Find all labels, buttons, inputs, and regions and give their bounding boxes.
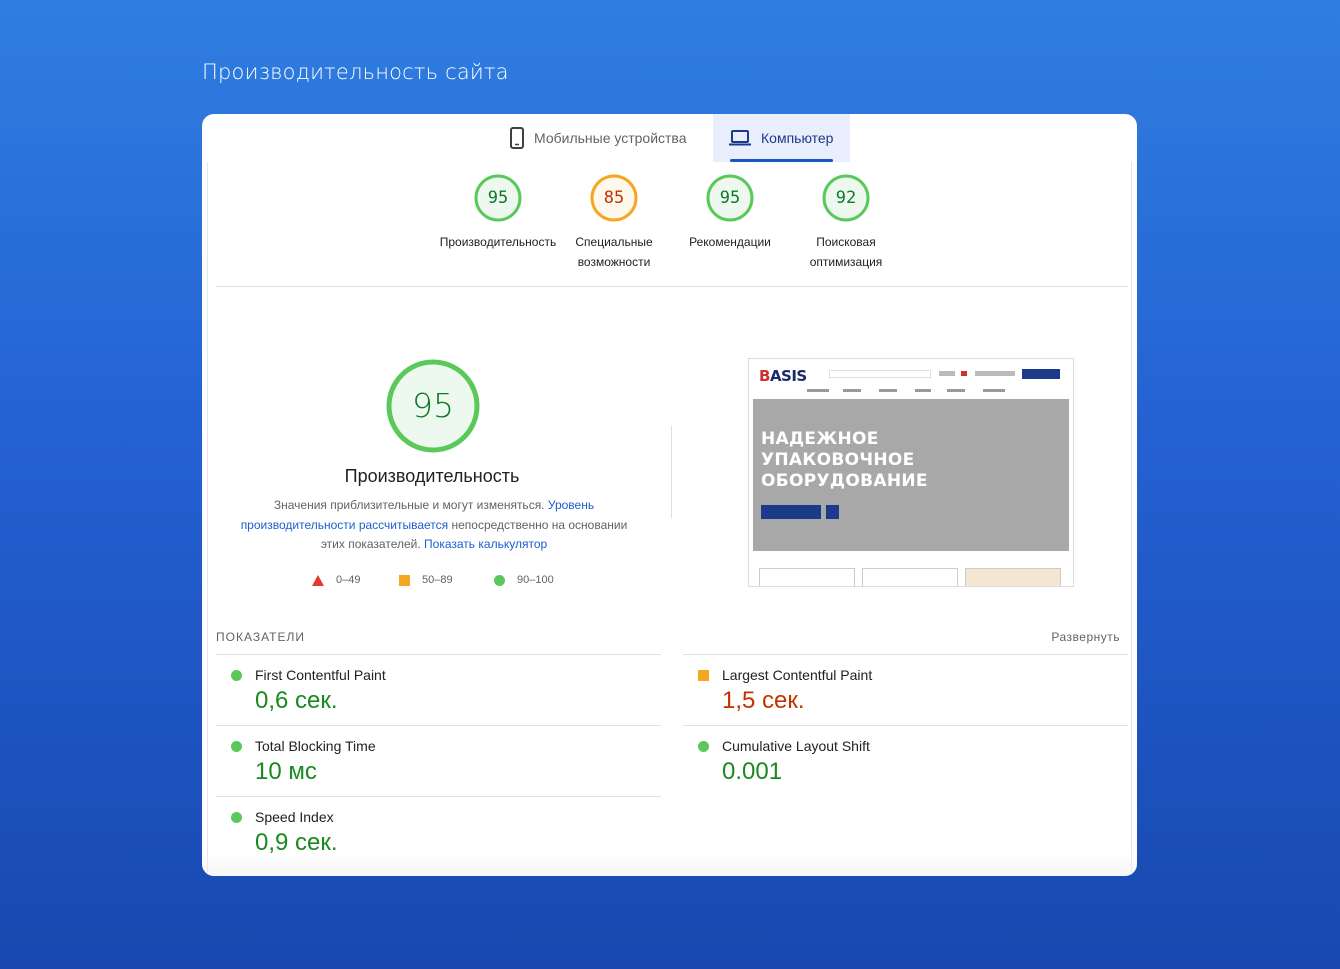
main-score-number: 95 bbox=[412, 386, 454, 425]
metric-tbt: Total Blocking Time 10 мс bbox=[216, 725, 661, 796]
metric-name: Speed Index bbox=[255, 809, 334, 825]
gauge-score: 85 bbox=[603, 188, 625, 208]
gauge-label: Поисковая оптимизация bbox=[809, 235, 883, 269]
site-hero-heading: НАДЕЖНОЕ УПАКОВОЧНОЕ ОБОРУДОВАНИЕ bbox=[761, 429, 928, 491]
device-tabs: Мобильные устройства Компьютер bbox=[202, 114, 1137, 162]
legend-average: 50–89 bbox=[399, 574, 453, 586]
gauge-label: Производительность bbox=[439, 235, 557, 249]
site-logo: BASIS bbox=[759, 367, 807, 385]
gauge-score: 92 bbox=[835, 188, 857, 208]
metric-value: 0.001 bbox=[722, 758, 783, 785]
site-nav bbox=[807, 389, 1007, 393]
metric-name: First Contentful Paint bbox=[255, 667, 386, 683]
good-status-icon bbox=[231, 812, 242, 823]
metric-value: 0,6 сек. bbox=[255, 687, 338, 714]
site-product-cards bbox=[759, 568, 1063, 586]
site-header-cta bbox=[1022, 369, 1060, 379]
vertical-separator bbox=[671, 426, 672, 518]
legend-good: 90–100 bbox=[494, 574, 554, 586]
site-header-item bbox=[939, 371, 955, 376]
active-tab-indicator bbox=[730, 159, 833, 162]
gauge-score: 95 bbox=[719, 188, 741, 208]
main-score-title: Производительность bbox=[344, 466, 520, 486]
expand-metrics-toggle[interactable]: Развернуть bbox=[1051, 630, 1120, 644]
metric-cls: Cumulative Layout Shift 0.001 bbox=[683, 725, 1128, 796]
good-status-icon bbox=[231, 670, 242, 681]
gauge-label: Специальные возможности bbox=[575, 235, 653, 269]
metric-name: Largest Contentful Paint bbox=[722, 667, 873, 683]
section-divider bbox=[216, 286, 1128, 287]
average-status-icon bbox=[698, 670, 709, 681]
site-hero-arrow-button bbox=[826, 505, 839, 519]
site-hero-banner: НАДЕЖНОЕ УПАКОВОЧНОЕ ОБОРУДОВАНИЕ bbox=[753, 399, 1069, 551]
gauge-label: Рекомендации bbox=[689, 235, 771, 249]
gauge-performance[interactable]: 95 Производительность bbox=[438, 174, 558, 252]
show-calculator-link[interactable]: Показать калькулятор bbox=[424, 537, 547, 551]
metrics-section-label: ПОКАЗАТЕЛИ bbox=[216, 630, 305, 644]
triangle-icon bbox=[312, 574, 324, 586]
site-hero-button bbox=[761, 505, 821, 519]
metric-name: Cumulative Layout Shift bbox=[722, 738, 870, 754]
page-title: Производительность сайта bbox=[202, 60, 509, 84]
site-header-item bbox=[961, 371, 967, 376]
laptop-icon bbox=[729, 130, 751, 146]
metric-name: Total Blocking Time bbox=[255, 738, 376, 754]
square-icon bbox=[399, 574, 410, 586]
good-status-icon bbox=[231, 741, 242, 752]
gauge-best-practices[interactable]: 95 Рекомендации bbox=[670, 174, 790, 252]
metric-lcp: Largest Contentful Paint 1,5 сек. bbox=[683, 654, 1128, 725]
tab-mobile-label: Мобильные устройства bbox=[534, 130, 687, 146]
site-phone bbox=[975, 371, 1015, 376]
page-screenshot-thumbnail: BASIS НАДЕЖНОЕ УПАКОВОЧНОЕ ОБОРУДОВАНИЕ bbox=[748, 358, 1074, 587]
gauge-seo[interactable]: 92 Поисковая оптимизация bbox=[786, 174, 906, 272]
legend-poor: 0–49 bbox=[312, 574, 360, 586]
metric-value: 1,5 сек. bbox=[722, 687, 805, 714]
metric-fcp: First Contentful Paint 0,6 сек. bbox=[216, 654, 661, 725]
metric-value: 10 мс bbox=[255, 758, 317, 785]
circle-icon bbox=[494, 574, 505, 586]
tab-desktop-label: Компьютер bbox=[761, 130, 834, 146]
good-status-icon bbox=[698, 741, 709, 752]
score-description: Значения приблизительные и могут изменят… bbox=[240, 498, 628, 551]
category-gauges: 95 Производительность 85 Специальные возм… bbox=[202, 174, 1137, 284]
gauge-score: 95 bbox=[487, 188, 509, 208]
gauge-accessibility[interactable]: 85 Специальные возможности bbox=[554, 174, 674, 272]
tab-mobile[interactable]: Мобильные устройства bbox=[494, 114, 703, 162]
pagespeed-report-card: Мобильные устройства Компьютер 95 Произв… bbox=[202, 114, 1137, 876]
site-search-box bbox=[829, 370, 931, 378]
tab-desktop[interactable]: Компьютер bbox=[713, 114, 850, 162]
card-bottom-fade bbox=[202, 852, 1137, 876]
smartphone-icon bbox=[510, 127, 524, 149]
